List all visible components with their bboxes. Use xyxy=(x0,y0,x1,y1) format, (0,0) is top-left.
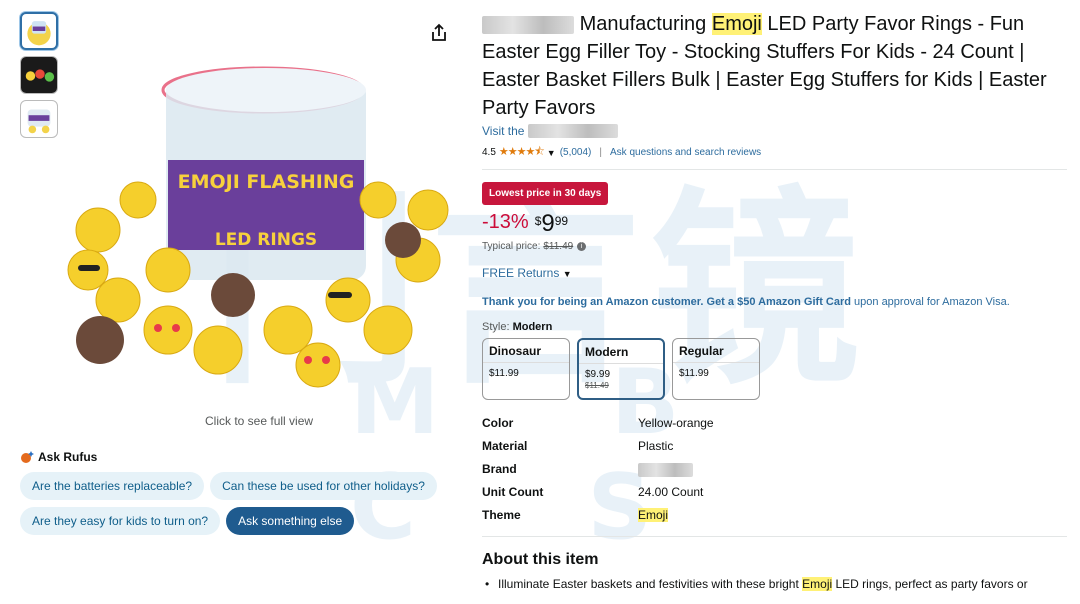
spec-key: Color xyxy=(482,416,514,430)
spec-key: Unit Count xyxy=(482,485,544,499)
spec-row: Brand xyxy=(482,462,1067,485)
bullet-text: LED rings, perfect as party favors or xyxy=(832,577,1028,591)
style-option-name[interactable]: Dinosaur xyxy=(483,339,569,363)
visit-label[interactable]: Visit the xyxy=(482,124,524,138)
rufus-title: Ask Rufus xyxy=(38,450,98,464)
style-option-old-price[interactable]: $11.49 xyxy=(579,380,663,390)
product-image-text-1: EMOJI FLASHING xyxy=(178,171,355,193)
chevron-down-icon[interactable]: ▼ xyxy=(563,269,572,279)
redacted-brand xyxy=(638,462,693,477)
style-option-regular[interactable]: Regular $11.99 xyxy=(672,338,760,400)
about-title: About this item xyxy=(482,551,599,568)
thumbnail-strip xyxy=(20,12,60,144)
thumbnail-1[interactable] xyxy=(20,12,58,50)
chevron-down-icon[interactable]: ▼ xyxy=(547,148,556,158)
style-option-price[interactable]: $9.99 xyxy=(579,364,663,380)
spec-key: Material xyxy=(482,439,528,453)
bullet-highlight: Emoji xyxy=(802,577,833,591)
rufus-question-chip[interactable]: Can these be used for other holidays? xyxy=(210,472,437,500)
price-whole: 9 xyxy=(541,210,555,237)
redacted-brand xyxy=(482,15,574,34)
divider: | xyxy=(599,147,602,158)
style-option-name[interactable]: Regular xyxy=(673,339,759,363)
style-option-name[interactable]: Modern xyxy=(579,340,663,364)
style-option-modern[interactable]: Modern $9.99 $11.49 xyxy=(577,338,665,400)
spec-key: Brand xyxy=(482,462,517,476)
thumbnail-3[interactable] xyxy=(20,100,58,138)
spec-row: Unit Count 24.00 Count xyxy=(482,485,1067,508)
style-label: Style: Modern xyxy=(482,321,1067,333)
spec-value xyxy=(638,462,1067,485)
click-to-view-label[interactable]: Click to see full view xyxy=(205,414,313,428)
product-image[interactable]: EMOJI FLASHING LED RINGS xyxy=(58,30,468,400)
rating-value: 4.5 xyxy=(482,147,496,158)
bullet-text: Illuminate Easter baskets and festivitie… xyxy=(498,577,803,591)
price-currency: $ xyxy=(534,214,542,228)
free-returns-link[interactable]: FREE Returns ▼ xyxy=(482,266,1067,280)
promo-rest[interactable]: upon approval for Amazon Visa. xyxy=(851,296,1010,308)
product-details: Manufacturing Emoji LED Party Favor Ring… xyxy=(482,10,1067,591)
spec-table: Color Yellow-orange Material Plastic Bra… xyxy=(482,416,1067,531)
spec-key: Theme xyxy=(482,508,521,522)
spec-row: Color Yellow-orange xyxy=(482,416,1067,439)
spec-row: Theme Emoji xyxy=(482,508,1067,531)
deal-badge: Lowest price in 30 days xyxy=(482,182,609,205)
rufus-sparkle-icon xyxy=(21,451,34,463)
rufus-header: Ask Rufus xyxy=(20,450,460,464)
style-option-dinosaur[interactable]: Dinosaur $11.99 xyxy=(482,338,570,400)
style-option-price[interactable]: $11.99 xyxy=(483,363,569,379)
ask-something-else-button[interactable]: Ask something else xyxy=(226,507,355,535)
price-fraction: 99 xyxy=(554,214,569,228)
visit-store-link[interactable]: Visit the xyxy=(482,124,1067,138)
ask-questions-link[interactable]: Ask questions and search reviews xyxy=(610,147,761,158)
review-count-link[interactable]: (5,004) xyxy=(560,147,592,158)
spec-value-highlight: Emoji xyxy=(638,508,669,522)
spec-value: Emoji xyxy=(638,508,1067,531)
spec-row: Material Plastic xyxy=(482,439,1067,462)
star-rating-icon[interactable]: ★★★★⯪ xyxy=(499,143,545,162)
style-label-text: Style: xyxy=(482,321,510,333)
typical-value: $11.49 xyxy=(543,241,574,252)
style-selected: Modern xyxy=(512,321,553,333)
card-promo[interactable]: Thank you for being an Amazon customer. … xyxy=(482,294,1067,311)
title-highlight: Emoji xyxy=(711,13,762,35)
rating-row: 4.5 ★★★★⯪ ▼ (5,004) | Ask questions and … xyxy=(482,143,1067,170)
thumbnail-2[interactable] xyxy=(20,56,58,94)
title-part: Manufacturing xyxy=(579,13,712,35)
discount-percent: -13% xyxy=(482,211,529,233)
divider xyxy=(482,536,1067,537)
spec-value: Plastic xyxy=(638,439,674,453)
returns-label[interactable]: FREE Returns xyxy=(482,266,559,280)
style-options: Dinosaur $11.99 Modern $9.99 $11.49 Regu… xyxy=(482,338,1067,400)
product-image-text-2: LED RINGS xyxy=(215,230,317,250)
spec-value: Yellow-orange xyxy=(638,416,714,430)
about-bullet: Illuminate Easter baskets and festivitie… xyxy=(482,577,1067,591)
rufus-panel: Ask Rufus Are the batteries replaceable?… xyxy=(20,450,460,542)
rufus-question-chip[interactable]: Are the batteries replaceable? xyxy=(20,472,205,500)
rufus-question-chip[interactable]: Are they easy for kids to turn on? xyxy=(20,507,221,535)
info-icon[interactable]: i xyxy=(577,242,587,251)
promo-bold[interactable]: Thank you for being an Amazon customer. … xyxy=(482,296,851,308)
redacted-store xyxy=(528,124,619,138)
product-title: Manufacturing Emoji LED Party Favor Ring… xyxy=(482,10,1067,122)
spec-value: 24.00 Count xyxy=(638,485,704,499)
price-row: -13% $ 9 99 xyxy=(482,211,1067,237)
style-option-price[interactable]: $11.99 xyxy=(673,363,759,379)
typical-label: Typical price: xyxy=(482,241,541,252)
typical-price: Typical price: $11.49 i xyxy=(482,241,1067,252)
